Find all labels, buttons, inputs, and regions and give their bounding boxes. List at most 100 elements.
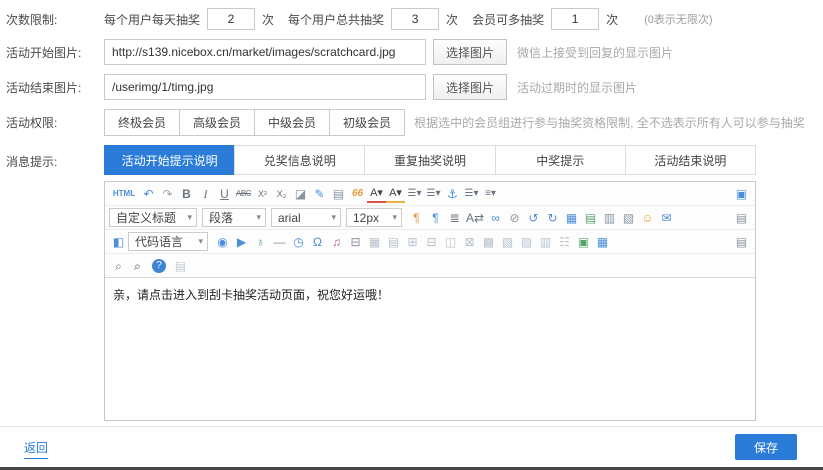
member-level-junior-button[interactable]: 初级会员 [329, 109, 405, 136]
tab-end-message[interactable]: 活动结束说明 [625, 145, 756, 175]
member-level-high-button[interactable]: 高级会员 [179, 109, 255, 136]
member-level-ultimate-button[interactable]: 终极会员 [104, 109, 180, 136]
limit-field-suffix: 次 [262, 11, 274, 28]
paste-filter-icon[interactable]: ▤ [329, 184, 348, 204]
camera-icon[interactable]: ◉ [213, 232, 232, 252]
tab-start-message[interactable]: 活动开始提示说明 [104, 145, 235, 175]
back-link[interactable]: 返回 [24, 439, 48, 459]
template-icon[interactable]: ▦ [593, 232, 612, 252]
lottery-settings-page: 次数限制: 每个用户每天抽奖 次 每个用户总共抽奖 次 会员可多抽奖 次 (0表… [0, 0, 823, 470]
printer-icon[interactable]: ▤ [732, 232, 751, 252]
anchor-icon[interactable]: ⚓ [443, 184, 462, 204]
size-select[interactable]: 12px ▾ [346, 208, 402, 227]
table-bg-icon[interactable]: ▣ [574, 232, 593, 252]
limit-count-input[interactable] [207, 8, 255, 30]
subscript-icon[interactable]: X₂ [272, 184, 291, 204]
limit-count-input[interactable] [391, 8, 439, 30]
tab-redeem-message[interactable]: 兑奖信息说明 [234, 145, 365, 175]
strikethrough-icon[interactable]: ABC [234, 184, 253, 204]
unlink-icon[interactable]: ⊘ [505, 208, 524, 228]
insert-row-icon[interactable]: ⊞ [403, 232, 422, 252]
ordered-list-icon[interactable]: ☰▾ [405, 184, 424, 204]
pattern-icon[interactable]: ▧ [619, 208, 638, 228]
delete-row-icon[interactable]: ⊟ [422, 232, 441, 252]
limit-field-suffix: 次 [606, 11, 618, 28]
table-icon[interactable]: ▦ [562, 208, 581, 228]
merge-cells-icon[interactable]: ▩ [479, 232, 498, 252]
fullscreen-icon[interactable]: ▣ [732, 184, 751, 204]
tab-repeat-message[interactable]: 重复抽奖说明 [364, 145, 495, 175]
sheet-icon[interactable]: ▤ [581, 208, 600, 228]
bold-icon[interactable]: B [177, 184, 196, 204]
paragraph-select[interactable]: 段落 ▾ [202, 208, 266, 227]
letter-spacing-icon[interactable]: A⇄ [464, 208, 486, 228]
footer-bar: 返回 保存 [0, 426, 823, 467]
justify-icon[interactable]: ≣ [445, 208, 464, 228]
end-image-input[interactable] [104, 74, 426, 100]
split-cells-icon[interactable]: ▧ [498, 232, 517, 252]
superscript-icon[interactable]: X² [253, 184, 272, 204]
help-icon[interactable]: ? [152, 259, 166, 273]
unordered-list-icon[interactable]: ☰▾ [424, 184, 443, 204]
limit-count-input[interactable] [551, 8, 599, 30]
undo-icon[interactable]: ↶ [139, 184, 158, 204]
html-source-icon[interactable]: HTML [109, 184, 139, 204]
highlight-color-icon[interactable]: A▾ [386, 185, 405, 203]
font-color-icon[interactable]: A▾ [367, 185, 386, 203]
underline-icon[interactable]: U [215, 184, 234, 204]
editor-content[interactable]: 亲，请点击进入到刮卡抽奖活动页面，祝您好运哦！ [105, 278, 755, 420]
align-icon[interactable]: ☰▾ [462, 184, 481, 204]
video-icon[interactable]: ▶ [232, 232, 251, 252]
code-block-icon[interactable]: ◧ [109, 232, 128, 252]
start-image-pick-button[interactable]: 选择图片 [433, 39, 507, 65]
code-language-select[interactable]: 代码语言 ▾ [128, 232, 208, 251]
remove-format-icon[interactable]: ◪ [291, 184, 310, 204]
print-icon[interactable]: ▤ [732, 208, 751, 228]
redo-icon[interactable]: ↷ [158, 184, 177, 204]
emoji-icon[interactable]: ☺ [638, 208, 657, 228]
start-image-input[interactable] [104, 39, 426, 65]
limit-field-label: 会员可多抽奖 [472, 11, 544, 28]
message-row: 消息提示: 活动开始提示说明兑奖信息说明重复抽奖说明中奖提示活动结束说明 HTM… [6, 145, 823, 421]
save-button[interactable]: 保存 [735, 434, 797, 460]
paragraph-icon[interactable]: ¶ [426, 208, 445, 228]
search-replace-icon[interactable]: ⌕ [128, 256, 147, 276]
turn-right-icon[interactable]: ↻ [543, 208, 562, 228]
link-icon[interactable]: ∞ [486, 208, 505, 228]
end-image-label: 活动结束图片: [6, 79, 104, 96]
music-icon[interactable]: ♫ [327, 232, 346, 252]
limit-field-suffix: 次 [446, 11, 458, 28]
table-title-icon[interactable]: ▥ [536, 232, 555, 252]
limit-fields: 每个用户每天抽奖 次 每个用户总共抽奖 次 会员可多抽奖 次 [104, 8, 632, 30]
blockquote-icon[interactable]: 66 [348, 184, 367, 204]
message-tabs: 活动开始提示说明兑奖信息说明重复抽奖说明中奖提示活动结束说明 [104, 145, 756, 175]
grid-icon[interactable]: ▥ [600, 208, 619, 228]
font-select[interactable]: arial ▾ [271, 208, 341, 227]
insert-col-icon[interactable]: ◫ [441, 232, 460, 252]
delete-table-icon[interactable]: ▤ [384, 232, 403, 252]
text-direction-icon[interactable]: ¶ [407, 208, 426, 228]
style-select[interactable]: 自定义标题 ▾ [109, 208, 197, 227]
draft-icon[interactable]: ▤ [171, 256, 190, 276]
format-painter-icon[interactable]: ✎ [310, 184, 329, 204]
member-level-middle-button[interactable]: 中级会员 [254, 109, 330, 136]
map-icon[interactable]: ♁ [251, 232, 270, 252]
page-break-icon[interactable]: ⊟ [346, 232, 365, 252]
tab-win-message[interactable]: 中奖提示 [495, 145, 626, 175]
hr-icon[interactable]: — [270, 232, 289, 252]
italic-icon[interactable]: I [196, 184, 215, 204]
end-image-pick-button[interactable]: 选择图片 [433, 74, 507, 100]
delete-col-icon[interactable]: ⊠ [460, 232, 479, 252]
time-icon[interactable]: ◷ [289, 232, 308, 252]
omega-icon[interactable]: Ω [308, 232, 327, 252]
line-height-icon[interactable]: ≡▾ [481, 184, 500, 204]
message-icon[interactable]: ✉ [657, 208, 676, 228]
limit-field-label: 每个用户每天抽奖 [104, 11, 200, 28]
sort-table-icon[interactable]: ☷ [555, 232, 574, 252]
table-header-icon[interactable]: ▨ [517, 232, 536, 252]
turn-left-icon[interactable]: ↺ [524, 208, 543, 228]
end-image-hint: 活动过期时的显示图片 [517, 79, 637, 96]
permission-label: 活动权限: [6, 114, 104, 131]
search-icon[interactable]: ⌕ [109, 256, 128, 276]
insert-table-icon[interactable]: ▦ [365, 232, 384, 252]
